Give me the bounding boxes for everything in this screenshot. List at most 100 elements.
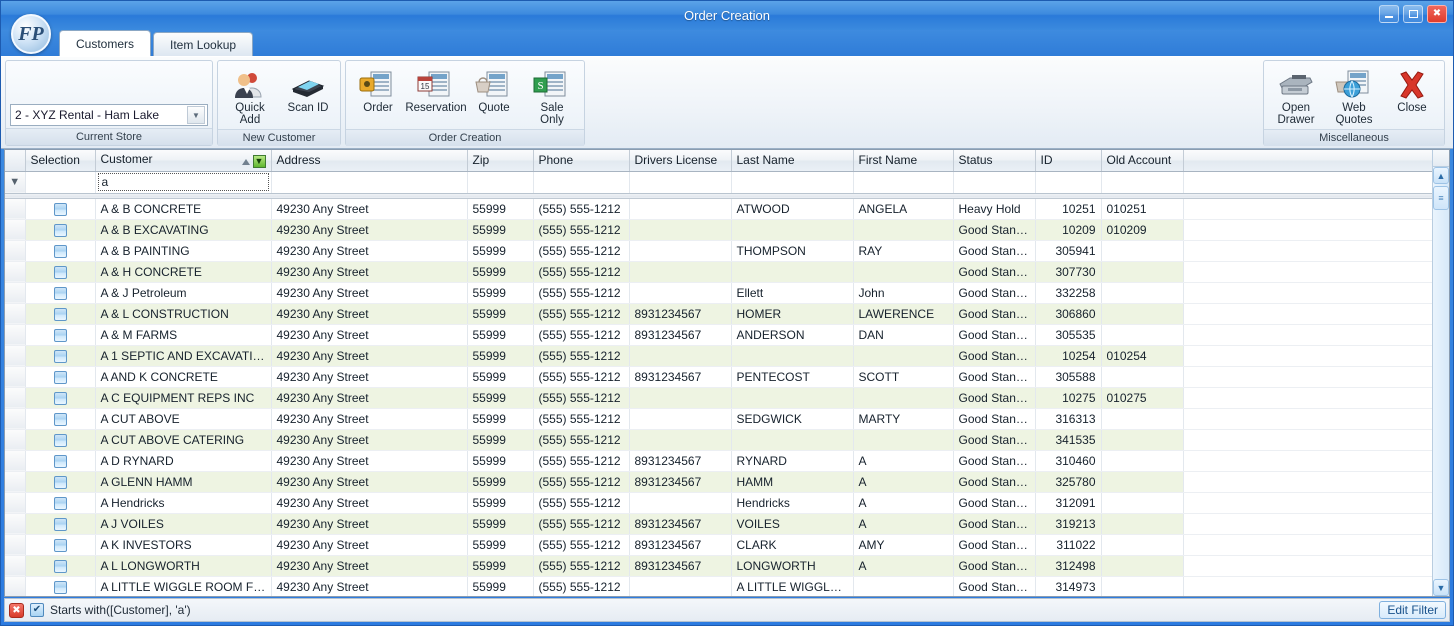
row-selection-cell[interactable] — [25, 534, 96, 556]
row-checkbox[interactable] — [53, 559, 67, 573]
row-selection-cell[interactable] — [25, 408, 96, 430]
row-checkbox[interactable] — [53, 496, 67, 510]
row-gutter[interactable] — [5, 240, 26, 262]
column-header-lastname[interactable]: Last Name — [731, 150, 854, 172]
filter-cell-zip[interactable] — [467, 171, 534, 194]
filter-cell-address[interactable] — [271, 171, 468, 194]
row-gutter[interactable] — [5, 219, 26, 241]
table-row[interactable]: A & B PAINTING 49230 Any Street 55999 (555)… — [5, 240, 1432, 262]
sale-only-button[interactable]: S Sale Only — [524, 65, 580, 129]
filter-cell-firstname[interactable] — [853, 171, 954, 194]
close-window-button[interactable]: ✖ — [1427, 5, 1447, 23]
row-checkbox[interactable] — [53, 517, 67, 531]
table-row[interactable]: A K INVESTORS 49230 Any Street 55999 (555) … — [5, 534, 1432, 556]
column-filter-icon[interactable]: ▼ — [252, 155, 266, 169]
row-selection-cell[interactable] — [25, 387, 96, 409]
tab-customers[interactable]: Customers — [59, 30, 152, 56]
column-header-selection[interactable]: Selection — [25, 150, 96, 172]
row-gutter[interactable] — [5, 534, 26, 556]
funnel-icon[interactable]: ▼ — [9, 173, 20, 191]
table-row[interactable]: A & J Petroleum 49230 Any Street 55999 (555… — [5, 282, 1432, 304]
filter-cell-id[interactable] — [1035, 171, 1102, 194]
scan-id-button[interactable]: Scan ID — [280, 65, 336, 117]
row-gutter[interactable] — [5, 492, 26, 514]
table-row[interactable]: A AND K CONCRETE 49230 Any Street 55999 (55… — [5, 366, 1432, 388]
row-gutter[interactable] — [5, 450, 26, 472]
row-selection-cell[interactable] — [25, 324, 96, 346]
row-selection-cell[interactable] — [25, 261, 96, 283]
order-button[interactable]: Order — [350, 65, 406, 117]
scrollbar-thumb[interactable]: ≡ — [1433, 186, 1449, 210]
chevron-down-icon[interactable]: ▼ — [187, 106, 205, 124]
row-checkbox[interactable] — [53, 328, 67, 342]
table-row[interactable]: A & B CONCRETE 49230 Any Street 55999 (555)… — [5, 198, 1432, 220]
row-gutter[interactable] — [5, 345, 26, 367]
current-store-combo[interactable]: 2 - XYZ Rental - Ham Lake ▼ — [10, 104, 208, 126]
table-row[interactable]: A & H CONCRETE 49230 Any Street 55999 (555)… — [5, 261, 1432, 283]
column-header-zip[interactable]: Zip — [467, 150, 534, 172]
row-gutter[interactable] — [5, 198, 26, 220]
row-checkbox[interactable] — [53, 538, 67, 552]
column-header-firstname[interactable]: First Name — [853, 150, 954, 172]
row-gutter[interactable] — [5, 366, 26, 388]
close-button[interactable]: Close — [1384, 65, 1440, 117]
open-drawer-button[interactable]: Open Drawer — [1268, 65, 1324, 129]
row-gutter[interactable] — [5, 303, 26, 325]
table-row[interactable]: A L LONGWORTH 49230 Any Street 55999 (555) … — [5, 555, 1432, 577]
quote-button[interactable]: Quote — [466, 65, 522, 117]
column-header-phone[interactable]: Phone — [533, 150, 630, 172]
filter-cell-phone[interactable] — [533, 171, 630, 194]
scroll-down-button[interactable]: ▼ — [1433, 579, 1449, 596]
row-gutter[interactable] — [5, 324, 26, 346]
table-row[interactable]: A C EQUIPMENT REPS INC 49230 Any Street 55… — [5, 387, 1432, 409]
row-selection-cell[interactable] — [25, 366, 96, 388]
row-checkbox[interactable] — [53, 223, 67, 237]
column-header-customer[interactable]: Customer ▼ — [95, 150, 272, 172]
minimize-button[interactable] — [1379, 5, 1399, 23]
row-gutter[interactable] — [5, 282, 26, 304]
row-gutter[interactable] — [5, 471, 26, 493]
scroll-up-button[interactable]: ▲ — [1433, 167, 1449, 184]
filter-enabled-checkbox[interactable]: ✔ — [30, 603, 44, 617]
row-checkbox[interactable] — [53, 433, 67, 447]
column-header-status[interactable]: Status — [953, 150, 1036, 172]
filter-cell-lastname[interactable] — [731, 171, 854, 194]
column-header-id[interactable]: ID — [1035, 150, 1102, 172]
row-selection-cell[interactable] — [25, 198, 96, 220]
row-selection-cell[interactable] — [25, 429, 96, 451]
row-selection-cell[interactable] — [25, 240, 96, 262]
row-selection-cell[interactable] — [25, 471, 96, 493]
row-checkbox[interactable] — [53, 265, 67, 279]
table-row[interactable]: A GLENN HAMM 49230 Any Street 55999 (555) 5… — [5, 471, 1432, 493]
row-checkbox[interactable] — [53, 307, 67, 321]
table-row[interactable]: A 1 SEPTIC AND EXCAVATING 49230 Any Stree… — [5, 345, 1432, 367]
row-gutter[interactable] — [5, 387, 26, 409]
row-checkbox[interactable] — [53, 475, 67, 489]
column-header-address[interactable]: Address — [271, 150, 468, 172]
row-checkbox[interactable] — [53, 454, 67, 468]
table-row[interactable]: A CUT ABOVE 49230 Any Street 55999 (555) 55… — [5, 408, 1432, 430]
row-gutter[interactable] — [5, 261, 26, 283]
row-selection-cell[interactable] — [25, 513, 96, 535]
row-selection-cell[interactable] — [25, 576, 96, 596]
table-row[interactable]: A & M FARMS 49230 Any Street 55999 (555) 55… — [5, 324, 1432, 346]
quick-add-button[interactable]: Quick Add — [222, 65, 278, 129]
filter-cell-status[interactable] — [953, 171, 1036, 194]
row-selection-cell[interactable] — [25, 219, 96, 241]
row-checkbox[interactable] — [53, 370, 67, 384]
row-selection-cell[interactable] — [25, 450, 96, 472]
row-checkbox[interactable] — [53, 580, 67, 594]
filter-cell-selection[interactable] — [25, 171, 96, 194]
row-selection-cell[interactable] — [25, 555, 96, 577]
table-row[interactable]: A CUT ABOVE CATERING 49230 Any Street 5599… — [5, 429, 1432, 451]
tab-item-lookup[interactable]: Item Lookup — [153, 32, 254, 56]
filter-cell-filler[interactable] — [1183, 171, 1432, 194]
table-row[interactable]: A Hendricks 49230 Any Street 55999 (555) 55… — [5, 492, 1432, 514]
table-row[interactable]: A & B EXCAVATING 49230 Any Street 55999 (55… — [5, 219, 1432, 241]
row-checkbox[interactable] — [53, 412, 67, 426]
table-row[interactable]: A J VOILES 49230 Any Street 55999 (555) 555… — [5, 513, 1432, 535]
row-gutter[interactable] — [5, 408, 26, 430]
row-gutter[interactable] — [5, 429, 26, 451]
vertical-scrollbar[interactable]: ▲ ≡ ▼ — [1432, 150, 1449, 596]
edit-filter-button[interactable]: Edit Filter — [1379, 601, 1446, 619]
